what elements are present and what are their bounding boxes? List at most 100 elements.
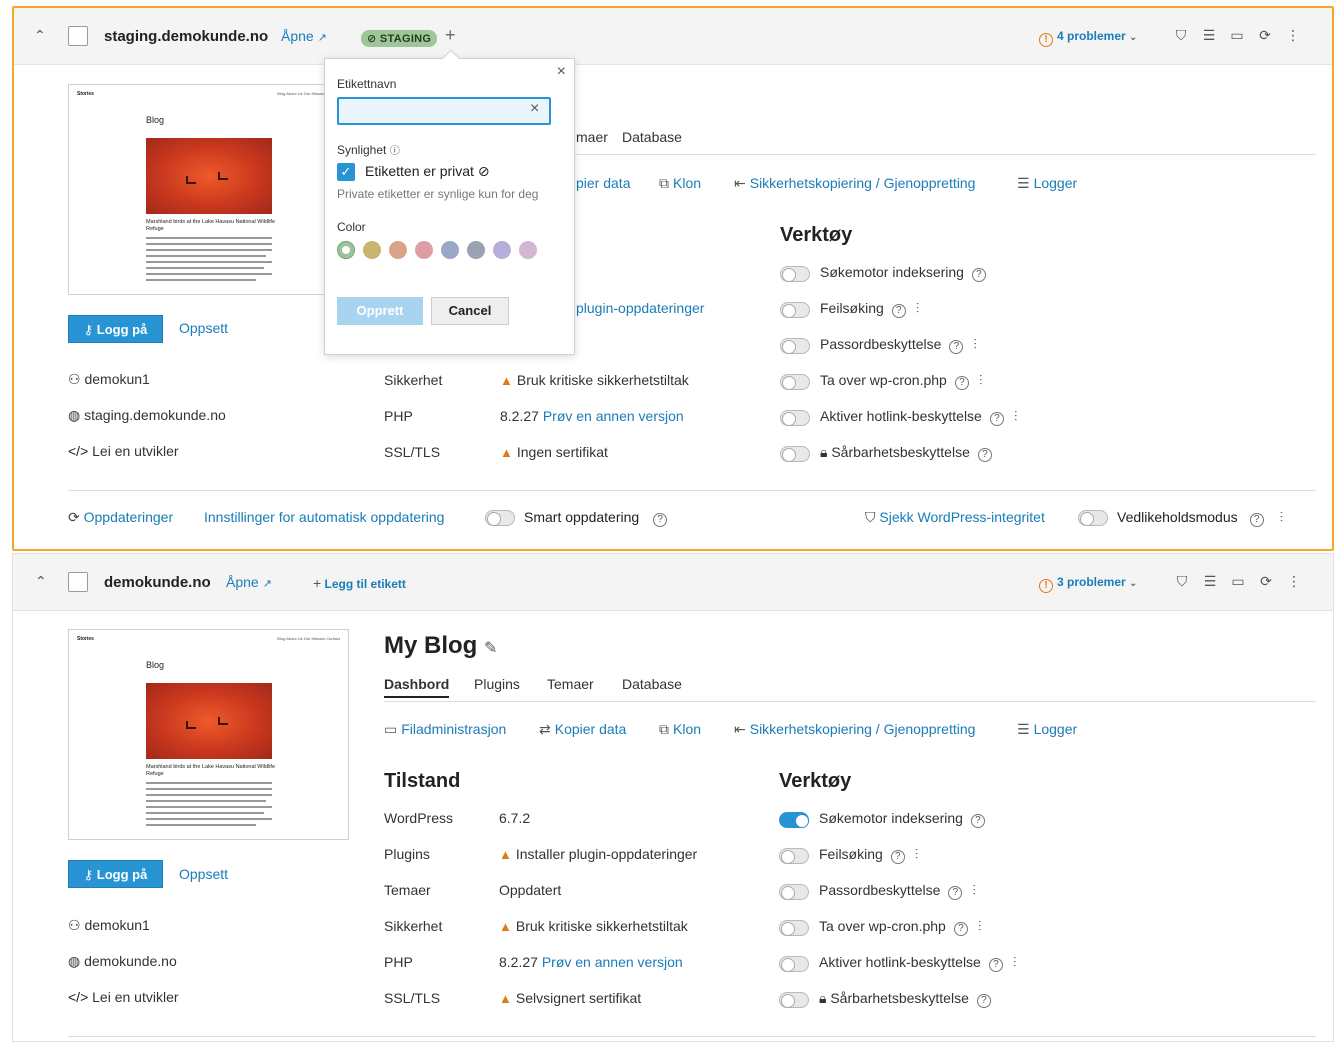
backup-link[interactable]: ⇤ Sikkerhetskopiering / Gjenoppretting	[734, 721, 975, 738]
open-site-link[interactable]: Åpne ↗	[281, 28, 327, 44]
color-swatch[interactable]	[415, 241, 433, 259]
color-swatch[interactable]	[363, 241, 381, 259]
toggle-debug[interactable]	[779, 848, 809, 864]
help-icon[interactable]: ?	[653, 513, 668, 527]
auto-update-settings-link[interactable]: Innstillinger for automatisk oppdatering	[204, 509, 444, 525]
php-change-link[interactable]: Prøv en annen versjon	[543, 408, 684, 424]
open-site-link[interactable]: Åpne ↗	[226, 574, 272, 590]
select-checkbox[interactable]	[68, 572, 88, 592]
color-swatch[interactable]	[337, 241, 355, 259]
sliders-icon[interactable]: ⫶	[979, 372, 983, 388]
sliders-icon[interactable]: ⫶	[972, 882, 976, 898]
help-icon[interactable]: ?	[989, 412, 1004, 426]
tab-temaer[interactable]: maer	[576, 129, 608, 145]
clear-input-icon[interactable]: ×	[530, 100, 539, 118]
toggle-hotlink[interactable]	[780, 410, 810, 426]
sliders-icon[interactable]: ⫶	[916, 300, 920, 316]
toggle-password[interactable]	[780, 338, 810, 354]
folder-icon[interactable]: ▭	[1229, 573, 1247, 590]
tab-plugins[interactable]: Plugins	[474, 676, 520, 692]
help-icon[interactable]: ?	[976, 994, 991, 1008]
cancel-button[interactable]: Cancel	[431, 297, 509, 325]
toggle-hotlink[interactable]	[779, 956, 809, 972]
toggle-debug[interactable]	[780, 302, 810, 318]
folder-icon[interactable]: ▭	[1228, 27, 1246, 44]
pencil-icon[interactable]: ✎	[484, 640, 497, 657]
sliders-icon[interactable]: ⫶	[1013, 954, 1017, 970]
security-link[interactable]: ▲ Bruk kritiske sikkerhetstiltak	[499, 918, 688, 934]
toggle-wpcron[interactable]	[779, 920, 809, 936]
sliders-icon[interactable]: ⫶	[1014, 408, 1018, 424]
help-icon[interactable]: ?	[891, 304, 906, 318]
toggle-vulnerability[interactable]	[780, 446, 810, 462]
backup-link[interactable]: ⇤ Sikkerhetskopiering / Gjenoppretting	[734, 175, 975, 192]
toggle-wpcron[interactable]	[780, 374, 810, 390]
security-link[interactable]: ▲ Bruk kritiske sikkerhetstiltak	[500, 372, 689, 388]
tab-temaer[interactable]: Temaer	[547, 676, 594, 692]
toggle-smart-update[interactable]	[485, 510, 515, 526]
color-swatch[interactable]	[441, 241, 459, 259]
refresh-icon[interactable]: ⟳	[1257, 573, 1275, 590]
copy-data-link[interactable]: ⇄ Kopier data	[539, 721, 626, 738]
ssl-link[interactable]: ▲ Ingen sertifikat	[500, 444, 608, 460]
sliders-icon[interactable]: ⫶	[973, 336, 977, 352]
hire-dev-link[interactable]: </> Lei en utvikler	[68, 443, 179, 459]
problems-dropdown[interactable]: ! 4 problemer ⌄	[1039, 29, 1137, 47]
tab-dashboard[interactable]: Dashbord	[384, 676, 450, 698]
collapse-chevron-icon[interactable]: ⌃	[35, 573, 47, 590]
collapse-chevron-icon[interactable]: ⌃	[34, 27, 46, 44]
ssl-link[interactable]: ▲ Selvsignert sertifikat	[499, 990, 641, 1006]
help-icon[interactable]: ?	[890, 850, 905, 864]
help-icon[interactable]: ?	[954, 376, 969, 390]
shield-check-icon[interactable]: ⛉	[1173, 573, 1191, 590]
setup-link[interactable]: Oppsett	[179, 320, 228, 336]
login-button[interactable]: ⚷ Logg på	[68, 860, 163, 888]
help-icon[interactable]: ?	[988, 958, 1003, 972]
refresh-icon[interactable]: ⟳	[1256, 27, 1274, 44]
file-manager-link[interactable]: ▭ Filadministrasjon	[384, 721, 506, 738]
add-label-link[interactable]: + Legg til etikett	[313, 575, 406, 591]
setup-link[interactable]: Oppsett	[179, 866, 228, 882]
clone-link[interactable]: ⧉ Klon	[659, 721, 701, 738]
list-icon[interactable]: ☰	[1200, 27, 1218, 44]
help-icon[interactable]: ?	[970, 814, 985, 828]
toggle-password[interactable]	[779, 884, 809, 900]
more-vertical-icon[interactable]: ⋮	[1285, 573, 1303, 590]
help-icon[interactable]: ?	[949, 340, 964, 354]
help-icon[interactable]: ?	[971, 268, 986, 282]
clone-link[interactable]: ⧉ Klon	[659, 175, 701, 192]
toggle-search-index[interactable]	[779, 812, 809, 828]
select-checkbox[interactable]	[68, 26, 88, 46]
updates-link[interactable]: ⟳ Oppdateringer	[68, 509, 173, 526]
create-button[interactable]: Opprett	[337, 297, 423, 325]
problems-dropdown[interactable]: ! 3 problemer ⌄	[1039, 575, 1137, 593]
color-swatch[interactable]	[467, 241, 485, 259]
private-label[interactable]: Etiketten er privat ⊘	[365, 163, 490, 180]
help-icon[interactable]: ?	[953, 922, 968, 936]
help-icon[interactable]: ?	[1249, 513, 1264, 527]
list-icon[interactable]: ☰	[1201, 573, 1219, 590]
toggle-search-index[interactable]	[780, 266, 810, 282]
site-thumbnail[interactable]: Stories Blog About Us Our Mission Contac…	[68, 629, 349, 840]
check-integrity-link[interactable]: ⛉ Sjekk WordPress-integritet	[865, 509, 1045, 526]
toggle-maintenance[interactable]	[1078, 510, 1108, 526]
logs-link[interactable]: ☰ Logger	[1017, 721, 1077, 738]
color-swatch[interactable]	[519, 241, 537, 259]
php-change-link[interactable]: Prøv en annen versjon	[542, 954, 683, 970]
private-checkbox[interactable]: ✓	[337, 163, 355, 181]
plugin-updates-link[interactable]: ▲ Installer plugin-oppdateringer	[499, 846, 697, 862]
hire-dev-link[interactable]: </> Lei en utvikler	[68, 989, 179, 1005]
more-vertical-icon[interactable]: ⋮	[1284, 27, 1302, 44]
sliders-icon[interactable]: ⫶	[1280, 509, 1284, 525]
add-tag-plus-icon[interactable]: +	[445, 25, 456, 46]
close-icon[interactable]: ×	[557, 63, 566, 81]
sliders-icon[interactable]: ⫶	[978, 918, 982, 934]
color-swatch[interactable]	[493, 241, 511, 259]
sliders-icon[interactable]: ⫶	[915, 846, 919, 862]
help-icon[interactable]: ?	[948, 886, 963, 900]
tab-database[interactable]: Database	[622, 129, 682, 145]
copy-data-link[interactable]: pier data	[576, 175, 630, 191]
logs-link[interactable]: ☰ Logger	[1017, 175, 1077, 192]
login-button[interactable]: ⚷ Logg på	[68, 315, 163, 343]
label-name-input[interactable]	[337, 97, 551, 125]
